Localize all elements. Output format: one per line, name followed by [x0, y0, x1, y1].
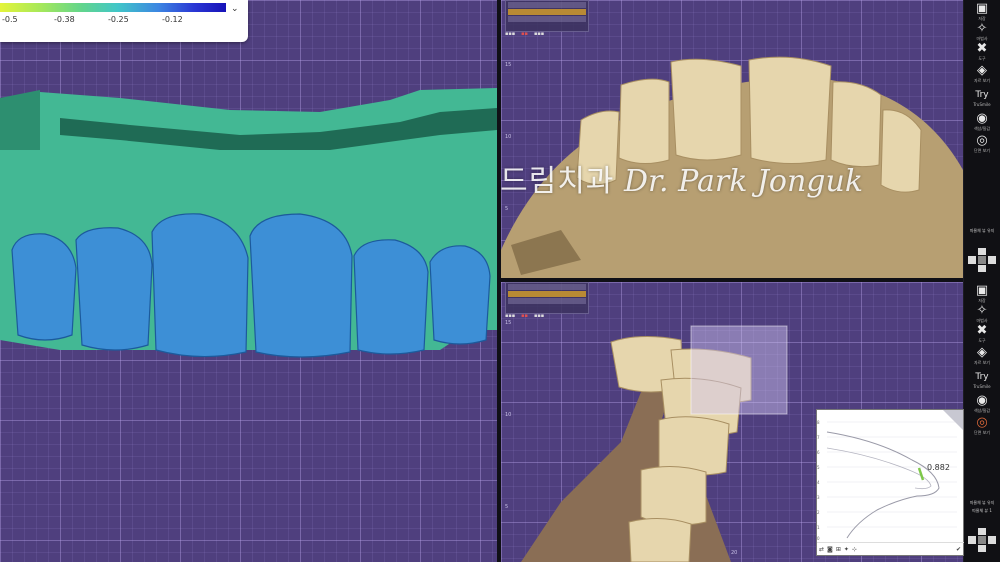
mini-toolbar-item[interactable]: ▪▪ — [521, 31, 528, 39]
view-button[interactable]: ◈ 자르 보기 — [964, 345, 1000, 366]
section-icon: ◎ — [976, 133, 988, 148]
y-tick: 8 — [817, 420, 820, 425]
tools-button[interactable]: ✖ 도구 — [964, 41, 1000, 62]
sparkle-icon[interactable]: ✦ — [844, 546, 849, 553]
confirm-check-icon[interactable]: ✔ — [956, 546, 961, 553]
mini-toolbar-item[interactable]: ▪▪▪ — [534, 31, 544, 39]
navigation-pad-icon[interactable] — [966, 526, 998, 554]
list-row-selected[interactable] — [508, 291, 586, 297]
view-button[interactable]: ◈ 자르 보기 — [964, 63, 1000, 84]
section-bottom-toolbar[interactable]: ⇄ ◙ ⊞ ✦ ⊹ ✔ — [817, 542, 965, 555]
list-row[interactable] — [508, 284, 586, 290]
wand-icon: ✧ — [976, 21, 988, 36]
legend-tick: -0.38 — [54, 15, 75, 24]
mini-toolbar-item[interactable]: ▪▪ — [521, 313, 528, 321]
y-tick: 4 — [817, 480, 820, 485]
view-one-label: 따물체 뷰 1 — [972, 508, 992, 513]
save-icon: ▣ — [975, 1, 989, 16]
section-outline-outer — [826, 431, 940, 539]
texture-button[interactable]: ◉ 색상/질감 — [964, 111, 1000, 132]
y-tick: 2 — [817, 510, 820, 515]
ruler-icon[interactable]: ⊞ — [836, 546, 841, 553]
list-row[interactable] — [508, 16, 586, 22]
measurement-value: 0.882 — [927, 463, 950, 472]
navigation-pad-icon[interactable] — [966, 246, 998, 274]
deviation-color-legend[interactable]: -0.5 -0.38 -0.25 -0.12 ⌄ — [0, 0, 248, 42]
tools-icon: ✖ — [976, 41, 988, 56]
camera-icon[interactable]: ◙ — [827, 546, 833, 553]
section-icon: ◎ — [976, 415, 988, 430]
watermark-korean: 드림치과 — [500, 164, 615, 199]
y-tick: 6 — [817, 450, 820, 455]
save-button[interactable]: ▣ 저장 — [964, 283, 1000, 304]
wizard-button[interactable]: ✧ 마법사 — [964, 303, 1000, 324]
cross-section-panel[interactable]: 0.882 8 7 6 5 4 3 2 1 0 ⇄ ◙ ⊞ ✦ ⊹ ✔ — [816, 409, 965, 556]
tools-icon: ✖ — [976, 323, 988, 338]
panel-corner-fold[interactable] — [943, 410, 963, 430]
transparent-section-plane[interactable] — [690, 325, 788, 415]
wand-icon: ✧ — [976, 303, 988, 318]
palette-icon: ◉ — [976, 111, 988, 126]
color-scale-bar — [0, 3, 226, 12]
y-tick: 3 — [817, 495, 820, 500]
section-outline-inner — [826, 447, 932, 490]
legend-tick: -0.5 — [2, 15, 18, 24]
save-icon: ▣ — [975, 283, 989, 298]
list-row-selected[interactable] — [508, 9, 586, 15]
try-icon: Try — [975, 372, 989, 382]
left-3d-viewport[interactable] — [0, 0, 497, 562]
chevron-down-icon[interactable]: ⌄ — [231, 4, 239, 14]
axis-label: 5 — [505, 504, 509, 510]
palette-icon: ◉ — [976, 393, 988, 408]
right-tool-sidebar: ▣ 저장 ✧ 마법사 ✖ 도구 ◈ 자르 보기 Try TruSmile ◉ 색상/질감 ◎… — [964, 0, 1000, 562]
measurement-line[interactable] — [917, 467, 925, 481]
section-view-button-active[interactable]: ◎ 단면 보기 — [964, 415, 1000, 436]
texture-button[interactable]: ◉ 색상/질감 — [964, 393, 1000, 414]
mini-toolbar[interactable]: ▪▪▪ ▪▪ ▪▪▪ — [505, 31, 544, 39]
trusmile-button[interactable]: Try TruSmile — [964, 370, 1000, 389]
axis-label: 15 — [505, 62, 512, 68]
wizard-button[interactable]: ✧ 마법사 — [964, 21, 1000, 42]
mini-toolbar-item[interactable]: ▪▪▪ — [505, 31, 515, 39]
layers-icon: ◈ — [977, 63, 987, 78]
section-grid — [827, 421, 957, 528]
cross-section-chart: 0.882 — [826, 410, 963, 539]
y-tick: 5 — [817, 465, 820, 470]
axis-label: 10 — [505, 134, 512, 140]
tools-button[interactable]: ✖ 도구 — [964, 323, 1000, 344]
view-keep-label: 따물체 뷰 유지 — [969, 500, 995, 505]
view-keep-label: 따물체 뷰 유지 — [969, 228, 995, 233]
legend-tick: -0.25 — [108, 15, 129, 24]
object-list-panel[interactable] — [505, 282, 589, 314]
trusmile-button[interactable]: Try TruSmile — [964, 88, 1000, 107]
axis-label: 15 — [505, 320, 512, 326]
layers-icon: ◈ — [977, 345, 987, 360]
model-left-wall — [0, 90, 40, 150]
save-button[interactable]: ▣ 저장 — [964, 1, 1000, 22]
top-right-3d-viewport[interactable]: ▪▪▪ ▪▪ ▪▪▪ 15 10 5 — [501, 0, 963, 278]
y-tick: 1 — [817, 525, 820, 530]
add-point-icon[interactable]: ⊹ — [852, 546, 857, 553]
left-scene — [0, 88, 497, 358]
watermark-latin: Dr. Park Jonguk — [623, 164, 864, 199]
mini-toolbar-item[interactable]: ▪▪▪ — [534, 313, 544, 321]
section-view-button[interactable]: ◎ 단면 보기 — [964, 133, 1000, 154]
list-row[interactable] — [508, 2, 586, 8]
try-icon: Try — [975, 90, 989, 100]
y-tick: 0 — [817, 536, 820, 541]
section-y-ticks: 8 7 6 5 4 3 2 1 0 — [817, 410, 825, 541]
legend-tick: -0.12 — [162, 15, 183, 24]
watermark: 드림치과 Dr. Park Jonguk — [500, 156, 960, 208]
y-tick: 7 — [817, 435, 820, 440]
axis-label: 20 — [731, 550, 738, 556]
sync-icon[interactable]: ⇄ — [819, 546, 824, 553]
axis-label: 10 — [505, 412, 512, 418]
object-list-panel[interactable] — [505, 0, 589, 32]
top-right-scene — [501, 56, 963, 278]
list-row[interactable] — [508, 298, 586, 304]
